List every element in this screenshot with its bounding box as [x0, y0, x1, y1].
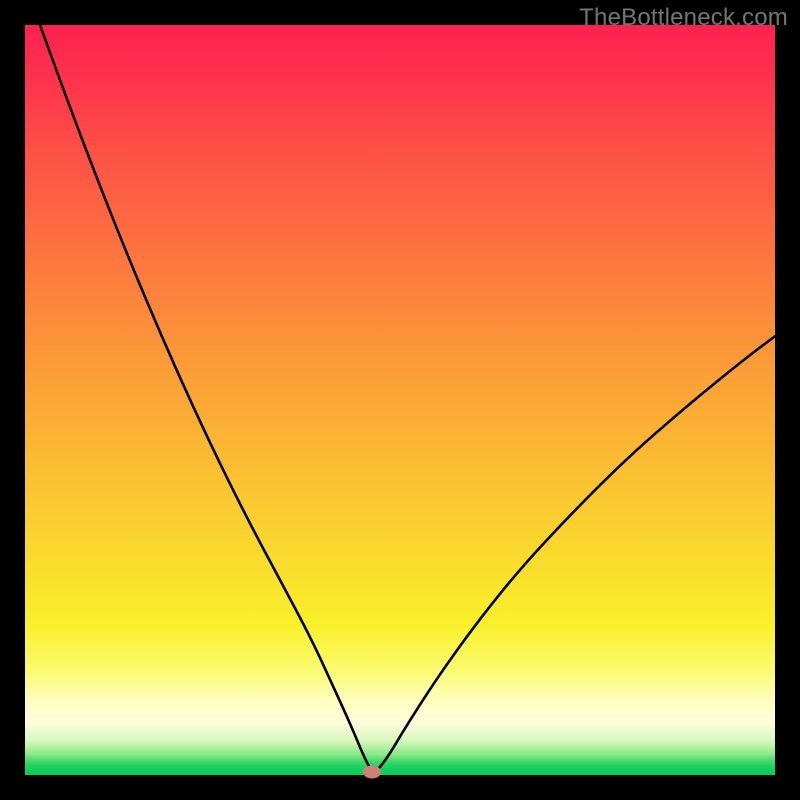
bottleneck-curve — [25, 25, 775, 775]
optimal-point-marker — [363, 766, 381, 779]
chart-frame: TheBottleneck.com — [0, 0, 800, 800]
plot-area — [25, 25, 775, 775]
watermark-text: TheBottleneck.com — [579, 4, 788, 32]
